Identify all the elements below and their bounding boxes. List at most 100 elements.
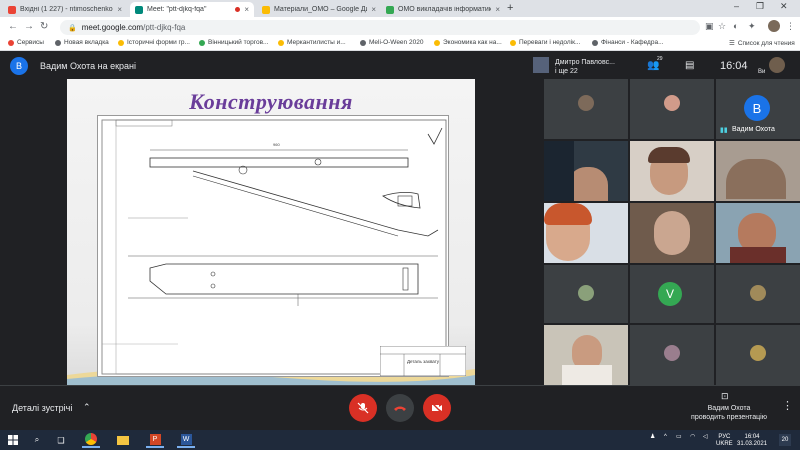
taskbar-explorer[interactable] (114, 432, 132, 448)
bookmark-item[interactable]: Меркантилисты и... (278, 39, 346, 46)
drive-icon (262, 5, 270, 14)
leave-call-button[interactable] (386, 394, 414, 422)
presenting-status[interactable]: Вадим Охота проводить презентацію (684, 404, 774, 422)
network-icon[interactable]: ◠ (690, 434, 695, 441)
camera-off-button[interactable] (423, 394, 451, 422)
more-options-icon[interactable]: ⋮ (782, 399, 793, 412)
bookmark-item[interactable]: Фінанси - Кафедра... (592, 39, 664, 46)
meeting-details-button[interactable]: Деталі зустрічі (12, 403, 72, 413)
participant-video[interactable] (544, 325, 628, 385)
close-icon[interactable]: × (495, 5, 500, 14)
participant-tile[interactable] (630, 79, 714, 139)
meeting-time: 16:04 (720, 60, 748, 72)
participant-tile[interactable] (630, 325, 714, 385)
forward-icon[interactable]: → (24, 21, 34, 32)
tab-drive[interactable]: Матеріали_ОМО – Google Диск × (257, 2, 381, 17)
reload-icon[interactable]: ↻ (40, 21, 48, 32)
bookmark-item[interactable]: Вінницький торгов... (199, 39, 268, 46)
bookmarks-bar: Сервисы Новая вкладка Історичні форми гр… (0, 37, 800, 51)
participant-tile[interactable] (544, 79, 628, 139)
tray-chevron-icon[interactable]: ^ (664, 434, 667, 441)
participant-tile[interactable] (716, 265, 800, 323)
tab-sites[interactable]: ОМО викладачів інформатики × (381, 2, 505, 17)
search-icon[interactable]: ⌕ (28, 432, 46, 448)
taskbar-word[interactable]: W (177, 432, 195, 448)
close-icon[interactable]: × (244, 5, 249, 14)
notification-center-button[interactable]: 20 (779, 434, 791, 446)
input-language[interactable]: РУС UKRE (716, 434, 733, 448)
close-icon[interactable]: × (117, 5, 122, 14)
reading-list[interactable]: ☰ Список для чтения (729, 39, 795, 48)
lock-icon: 🔒 (68, 24, 77, 32)
participant-name: Вадим Охота (732, 126, 775, 133)
participants-count: 29 (657, 56, 663, 62)
bookmark-item[interactable]: Meli-O-Ween 2020 (360, 39, 423, 46)
participant-tile[interactable]: V (630, 265, 714, 323)
start-button[interactable] (4, 432, 22, 448)
close-icon[interactable]: × (371, 5, 376, 14)
taskbar-chrome[interactable] (82, 432, 100, 448)
new-tab-button[interactable]: + (507, 2, 513, 14)
participant-grid: В ▮▮ Вадим Охота V (544, 79, 800, 385)
bookmark-star-icon[interactable]: ☆ (718, 21, 726, 32)
folder-icon (117, 435, 129, 445)
presentation-slide: Конструювання 960 (67, 79, 475, 385)
url-host: meet.google.com (81, 23, 144, 32)
chevron-up-icon[interactable]: ⌃ (83, 402, 91, 413)
pinned-participant-thumb[interactable] (533, 57, 549, 73)
hang-up-icon (394, 406, 406, 411)
camera-permission-icon[interactable]: ▣ (705, 21, 714, 32)
bookmark-item[interactable]: Переваги і недолік... (510, 39, 580, 46)
mic-off-button[interactable] (349, 394, 377, 422)
maximize-icon[interactable]: ❐ (756, 1, 764, 12)
participant-tile[interactable] (716, 325, 800, 385)
bookmark-item[interactable]: Сервисы (8, 39, 44, 46)
screen: Вхідні (1 227) - ntimoschenkom... × Meet… (0, 0, 800, 450)
participant-tile-vadym[interactable]: В ▮▮ Вадим Охота (716, 79, 800, 139)
tab-label: ОМО викладачів інформатики (398, 6, 492, 13)
browser-tab-strip: Вхідні (1 227) - ntimoschenkom... × Meet… (0, 0, 800, 17)
bookmark-item[interactable]: Экономика как на... (434, 39, 502, 46)
participant-video[interactable] (544, 203, 628, 263)
present-screen-icon[interactable]: ⊡ (721, 391, 729, 402)
participant-video[interactable] (716, 141, 800, 201)
person-icon[interactable]: ♟ (650, 434, 655, 441)
leaf-icon (199, 39, 205, 46)
system-clock[interactable]: 16:04 31.03.2021 (737, 434, 767, 448)
window-close-icon[interactable]: ✕ (780, 1, 788, 12)
participant-tile[interactable] (544, 265, 628, 323)
tab-meet[interactable]: Meet: "ptt-djkq-fqa" × (130, 2, 254, 17)
presenter-avatar: В (10, 57, 28, 75)
puzzle-icon[interactable]: ✦ (748, 21, 756, 32)
volume-icon[interactable]: ◁ (703, 434, 708, 441)
participant-video[interactable] (716, 203, 800, 263)
profile-avatar[interactable] (768, 20, 780, 32)
participant-avatar: V (658, 282, 682, 306)
meet-top-bar: В Вадим Охота на екрані (0, 51, 800, 79)
extension-icon[interactable]: ◐ (733, 21, 738, 31)
tab-gmail[interactable]: Вхідні (1 227) - ntimoschenkom... × (3, 2, 127, 17)
gmail-icon (8, 5, 16, 14)
participant-video[interactable] (630, 203, 714, 263)
apps-icon (8, 39, 14, 46)
participant-video[interactable] (544, 141, 628, 201)
tab-label: Meet: "ptt-djkq-fqa" (147, 6, 207, 13)
task-view-icon[interactable]: ❑ (52, 432, 70, 448)
battery-icon[interactable]: ▭ (676, 434, 682, 441)
folder-icon (118, 39, 124, 46)
chat-icon[interactable]: ▤ (685, 60, 694, 71)
participant-video[interactable] (630, 141, 714, 201)
taskbar-powerpoint[interactable]: P (146, 432, 164, 448)
url-input[interactable]: 🔒 meet.google.com/ptt-djkq-fqa (60, 20, 700, 35)
tab-label: Матеріали_ОМО – Google Диск (274, 6, 368, 13)
drawing-lines (101, 119, 447, 375)
folder-icon (434, 39, 440, 46)
minimize-icon[interactable]: – (734, 1, 739, 11)
menu-dots-icon[interactable]: ⋮ (786, 21, 795, 32)
presenter-title: Вадим Охота на екрані (40, 61, 137, 71)
bookmark-item[interactable]: Новая вкладка (55, 39, 109, 46)
back-icon[interactable]: ← (8, 21, 18, 32)
slide-title: Конструювання (189, 89, 353, 114)
bookmark-item[interactable]: Історичні форми гр... (118, 39, 190, 46)
sites-icon (386, 5, 394, 14)
